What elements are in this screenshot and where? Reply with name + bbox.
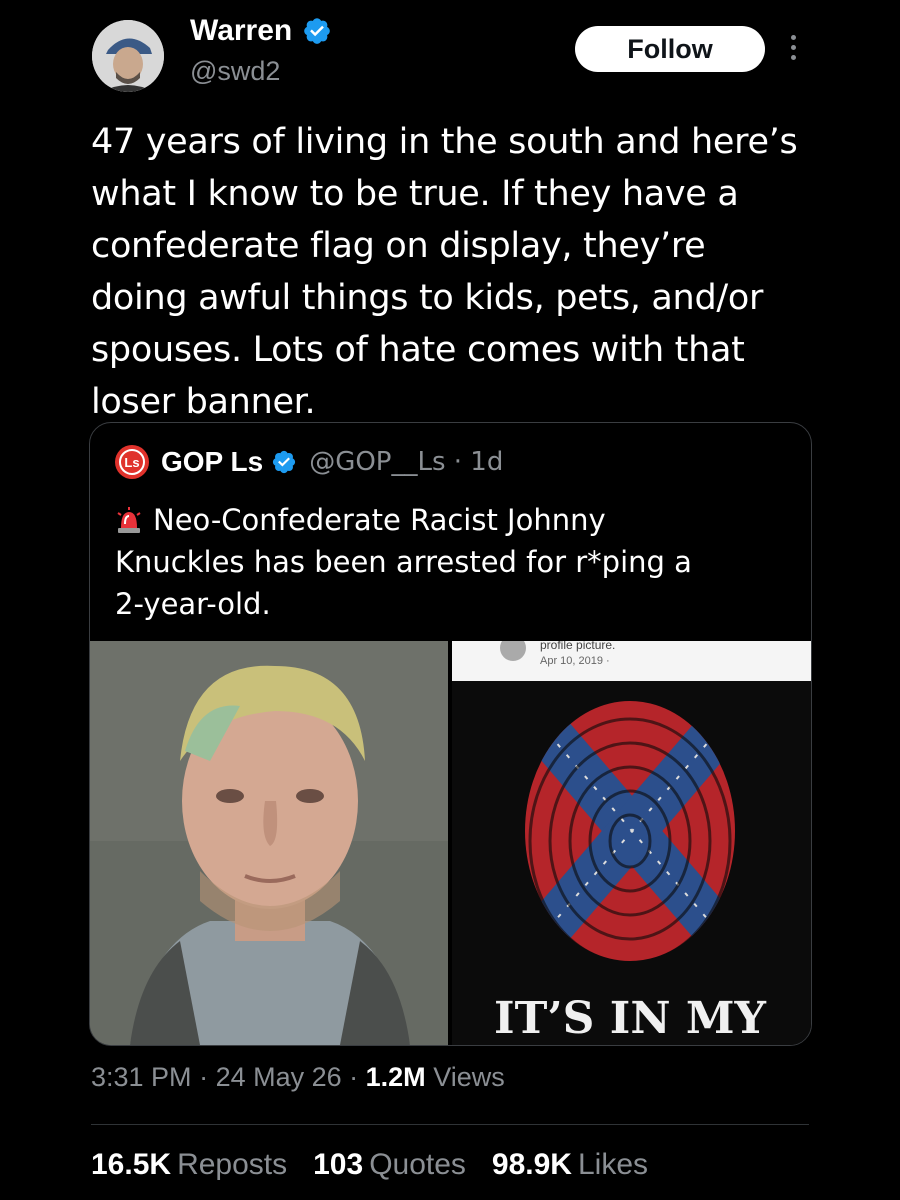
quotes-count: 103 <box>313 1148 364 1181</box>
verified-badge-icon <box>304 18 331 44</box>
author-name-row[interactable]: Warren <box>190 14 332 48</box>
tweet-line: doing awful things to kids, pets, and/or <box>91 278 764 318</box>
tweet-line: spouses. Lots of hate comes with that <box>91 330 745 370</box>
quoted-line: Knuckles has been arrested for r*ping a <box>115 545 692 579</box>
reposts-count: 16.5K <box>91 1148 172 1181</box>
quotes-stat[interactable]: 103 Quotes <box>313 1148 466 1182</box>
quoted-handle-time[interactable]: @GOP__Ls · 1d <box>309 447 503 477</box>
more-options-icon[interactable] <box>785 30 801 70</box>
slogan-text: IT’S IN MY <box>494 993 767 1044</box>
quoted-tweet[interactable]: Ls GOP Ls @GOP__Ls · 1d Neo-Confederate … <box>89 422 812 1046</box>
views-label: Views <box>433 1062 505 1092</box>
quoted-line: Neo-Confederate Racist Johnny <box>153 503 606 537</box>
avatar[interactable] <box>92 20 164 92</box>
tweet-line: loser banner. <box>91 382 316 422</box>
facebook-post-header: profile picture. Apr 10, 2019 · <box>452 641 811 681</box>
verified-badge-icon <box>273 450 296 474</box>
author-handle[interactable]: @swd2 <box>190 56 280 87</box>
quoted-tweet-text: Neo-Confederate Racist Johnny Knuckles h… <box>115 499 775 625</box>
tweet-line: confederate flag on display, they’re <box>91 226 706 266</box>
quoted-author-name[interactable]: GOP Ls <box>161 446 263 478</box>
author-name[interactable]: Warren <box>190 14 292 48</box>
tweet-line: 47 years of living in the south and here… <box>91 122 798 162</box>
flag-fingerprint-image[interactable]: profile picture. Apr 10, 2019 · IT’S IN … <box>452 641 811 1045</box>
quoted-line: 2-year-old. <box>115 587 271 621</box>
facebook-date: Apr 10, 2019 · <box>540 655 610 667</box>
tweet-meta: 3:31 PM · 24 May 26 · 1.2M Views <box>91 1062 505 1092</box>
likes-count: 98.9K <box>491 1148 572 1181</box>
engagement-stats: 16.5K Reposts 103 Quotes 98.9K Likes <box>91 1148 648 1182</box>
quoted-avatar[interactable]: Ls <box>115 445 149 479</box>
facebook-caption: profile picture. <box>540 641 616 652</box>
likes-stat[interactable]: 98.9K Likes <box>492 1148 648 1182</box>
quotes-label: Quotes <box>369 1148 466 1181</box>
quoted-avatar-text: Ls <box>124 455 139 470</box>
mugshot-image[interactable] <box>90 641 448 1045</box>
divider <box>91 1124 809 1125</box>
tweet-date[interactable]: 24 May 26 <box>216 1062 342 1092</box>
views-count: 1.2M <box>365 1062 426 1092</box>
follow-button[interactable]: Follow <box>575 26 765 72</box>
tweet-line: what I know to be true. If they have a <box>91 174 739 214</box>
likes-label: Likes <box>577 1148 649 1181</box>
quoted-tweet-header: Ls GOP Ls @GOP__Ls · 1d <box>115 445 503 479</box>
tweet-time[interactable]: 3:31 PM <box>91 1062 192 1092</box>
reposts-label: Reposts <box>177 1148 288 1181</box>
tweet-text: 47 years of living in the south and here… <box>91 116 831 428</box>
reposts-stat[interactable]: 16.5K Reposts <box>91 1148 287 1182</box>
facebook-avatar <box>500 641 526 661</box>
siren-emoji-icon <box>117 507 141 533</box>
